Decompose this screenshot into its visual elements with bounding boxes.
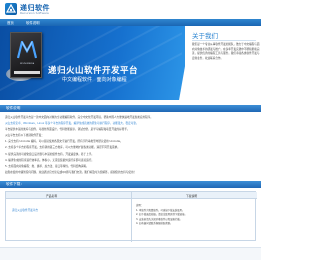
software-info-header: 软件说明 [0,105,261,112]
nav-item-software-info[interactable]: 软件说明 [26,20,40,25]
banner-subtitle-1: 中文编程软件 [62,77,93,83]
banner-subtitles: 中文编程软件 面向对象编程 [62,76,127,83]
banner-subtitle-2: 面向对象编程 [96,77,127,83]
about-title: 关于我们 [192,32,218,40]
download-product-link[interactable]: 递归火山软件开发平台 [12,208,38,212]
column-header-notes: 下载说明 [186,193,198,198]
software-description: 递归火山软件开发平台是一款中文面向对象的全功能编程软件，完全中文化开发环境，帮助… [5,115,257,176]
software-info-heading: 软件说明 [6,106,21,110]
download-heading: 软件下载： [6,182,24,186]
table-divider [131,192,132,242]
brand-logo-icon[interactable] [5,3,17,15]
nav-item-home[interactable]: 首页 [7,20,14,25]
site-header: 递归软件 Recursion Software [0,0,261,19]
download-notes: 说明： 1. 本软件为免费软件，可直接下载安装使用。 2. 如下载速度较慢，请尝… [136,204,254,227]
description-line: 如您在使用中遇到任何问题，欢迎通过官方论坛或QQ群与我们交流，我们将及时为您解答… [5,170,137,174]
column-header-product: 产品名称 [46,193,58,198]
product-box-caption: MOZHUMEDIA [19,63,35,65]
main-nav: 首页 软件说明 [0,19,261,26]
banner-title: 递归火山软件开发平台 [48,66,139,76]
product-box-image: MOZHUMEDIA [10,32,42,78]
product-logo-icon [17,41,37,59]
download-header: 软件下载： [0,181,261,188]
about-text: 我们是一个专业从事软件开发的团队，致力于中文编程与面向对象技术的研发与推广。在多… [192,43,260,60]
download-note: 4. 如有疑问请联系客服获取帮助。 [136,222,173,226]
about-divider [192,40,256,41]
product-box-label [14,71,40,74]
page-footer [0,247,261,260]
about-panel: 关于我们 我们是一个专业从事软件开发的团队，致力于中文编程与面向对象技术的研发与… [185,26,261,100]
brand-subtitle: Recursion Software [20,11,49,15]
download-table: 产品名称 下载说明 递归火山软件开发平台 说明： 1. 本软件为免费软件，可直接… [5,191,257,242]
download-table-header: 产品名称 下载说明 [6,192,257,199]
